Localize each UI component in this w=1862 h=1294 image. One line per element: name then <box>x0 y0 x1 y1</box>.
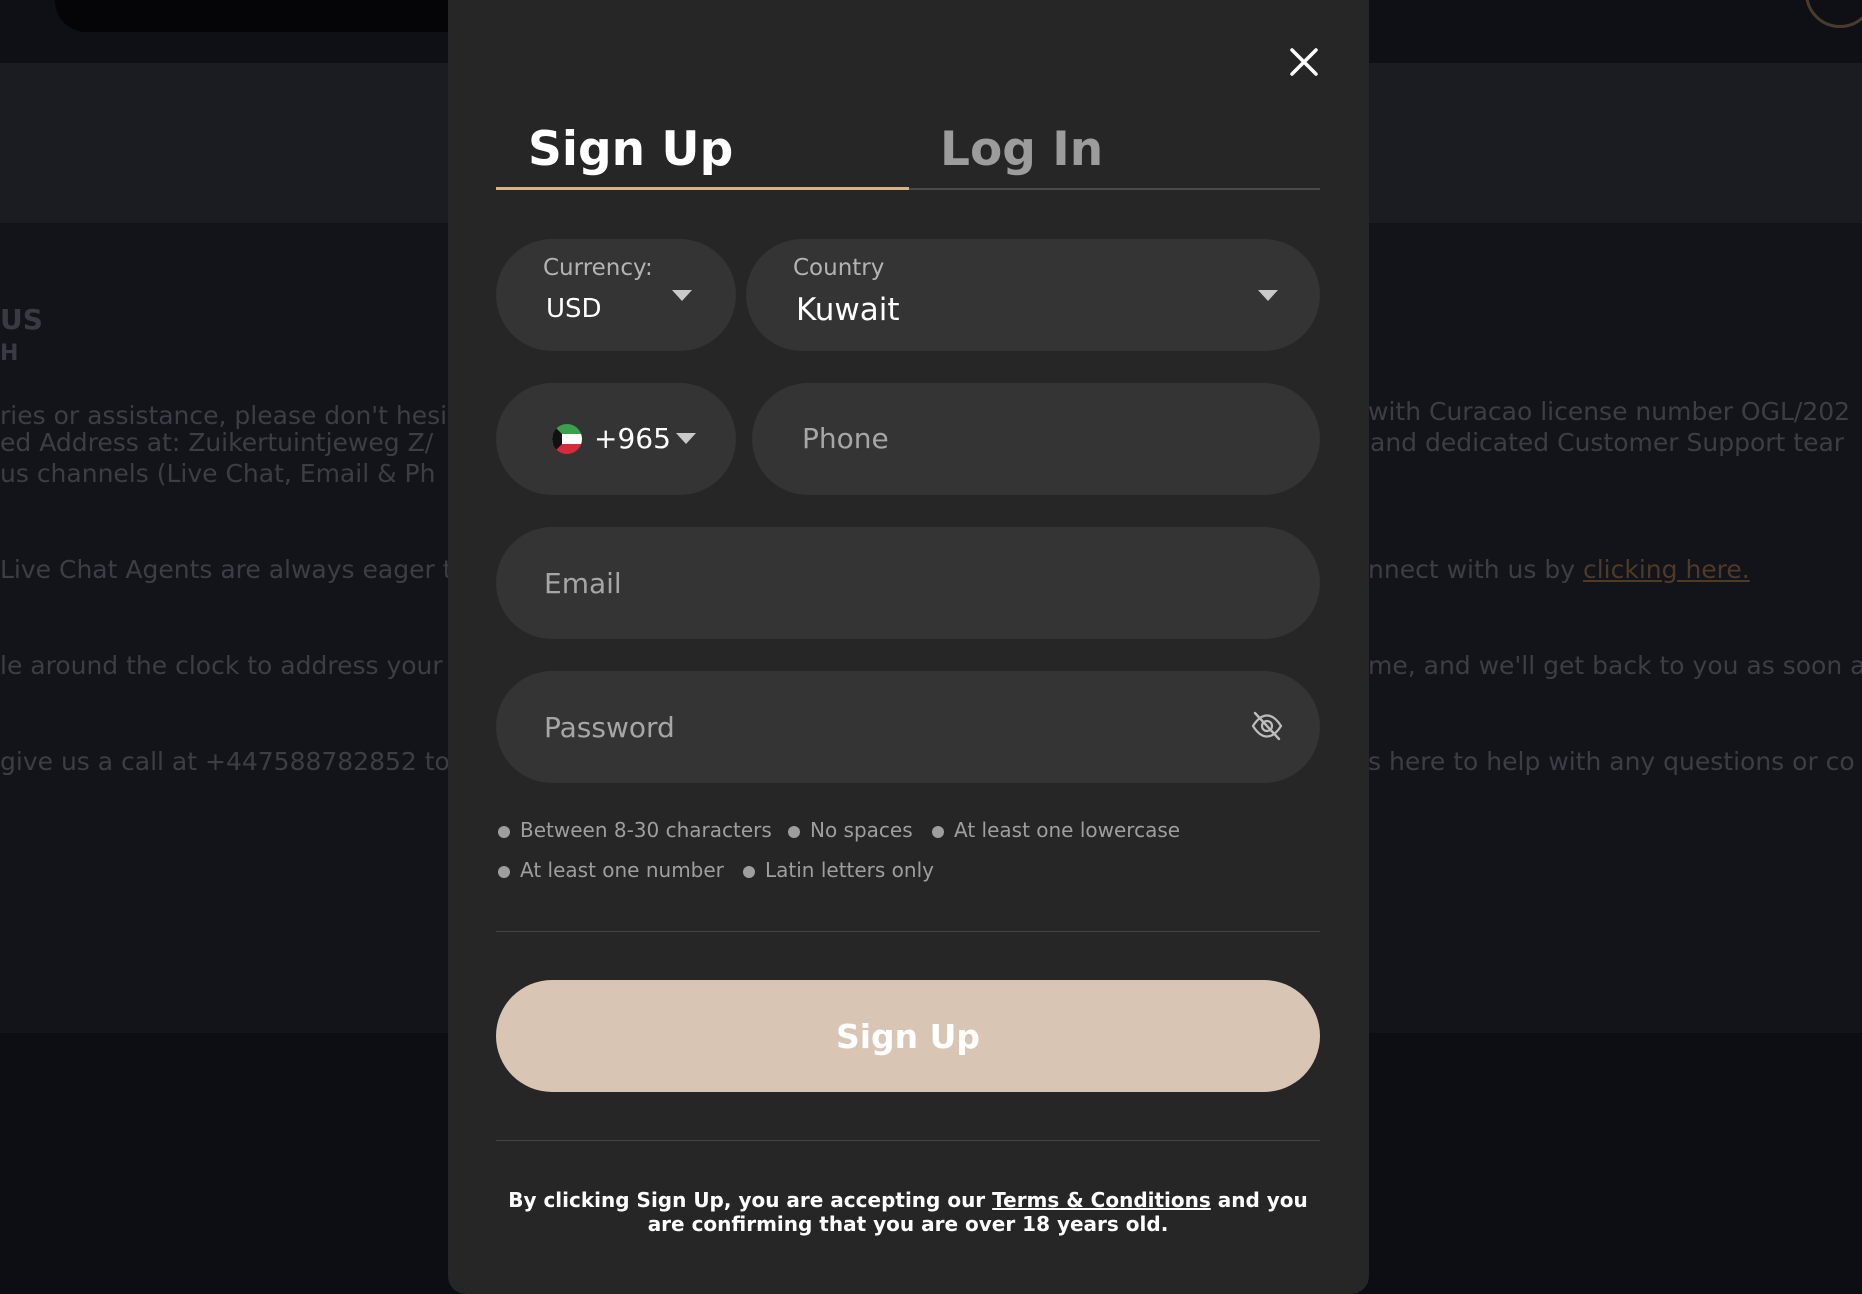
country-label: Country <box>793 255 885 281</box>
chevron-down-icon <box>1258 290 1278 301</box>
password-input[interactable]: Password <box>496 671 1320 783</box>
background-line: give us a call at +447588782852 to s <box>0 747 471 776</box>
divider <box>496 1140 1320 1141</box>
background-link-line: nnect with us by clicking here. <box>1368 555 1750 584</box>
close-icon[interactable] <box>1286 44 1322 80</box>
background-line: and dedicated Customer Support tear <box>1370 428 1845 457</box>
password-rule: At least one number <box>496 858 724 882</box>
email-input[interactable]: Email <box>496 527 1320 639</box>
terms-link[interactable]: Terms & Conditions <box>992 1188 1211 1212</box>
password-rule: Between 8-30 characters <box>496 818 772 842</box>
auth-tabs: Sign Up Log In <box>496 118 1320 190</box>
legal-prefix: By clicking Sign Up, you are accepting o… <box>508 1188 993 1212</box>
currency-label: Currency: <box>543 255 653 281</box>
signup-modal: Sign Up Log In Currency: USD Country Kuw… <box>448 0 1369 1294</box>
country-value: Kuwait <box>796 292 900 328</box>
chevron-down-icon <box>676 433 696 444</box>
background-line: ries or assistance, please don't hesi <box>0 401 448 430</box>
background-line: s here to help with any questions or co <box>1368 747 1855 776</box>
signup-submit-button[interactable]: Sign Up <box>496 980 1320 1092</box>
background-line: us channels (Live Chat, Email & Ph <box>0 459 436 488</box>
background-line: Live Chat Agents are always eager t <box>0 555 453 584</box>
phone-code-value: +965 <box>594 422 671 455</box>
kuwait-flag-icon <box>552 424 582 454</box>
chevron-down-icon <box>672 290 692 301</box>
background-subheading: H <box>0 341 19 366</box>
legal-notice: By clicking Sign Up, you are accepting o… <box>496 1188 1320 1236</box>
background-heading: US <box>0 303 43 336</box>
password-rule: Latin letters only <box>741 858 934 882</box>
phone-placeholder: Phone <box>802 422 889 455</box>
phone-input[interactable]: Phone <box>752 383 1320 495</box>
background-link[interactable]: clicking here. <box>1583 555 1750 584</box>
eye-off-icon[interactable] <box>1250 709 1284 743</box>
currency-select[interactable]: Currency: USD <box>496 239 736 351</box>
password-rule: At least one lowercase <box>930 818 1180 842</box>
password-rule: No spaces <box>786 818 913 842</box>
divider <box>496 931 1320 932</box>
phone-code-select[interactable]: +965 <box>496 383 736 495</box>
tab-signup[interactable]: Sign Up <box>528 122 733 177</box>
background-line: me, and we'll get back to you as soon a <box>1368 651 1862 680</box>
country-select[interactable]: Country Kuwait <box>746 239 1320 351</box>
active-tab-indicator <box>496 187 909 190</box>
background-line: le around the clock to address your <box>0 651 443 680</box>
background-line: ed Address at: Zuikertuintjeweg Z/ <box>0 428 434 457</box>
currency-value: USD <box>546 294 602 324</box>
background-avatar <box>1805 0 1862 28</box>
background-line: with Curacao license number OGL/202 <box>1368 397 1851 426</box>
close-button[interactable] <box>1286 44 1322 80</box>
password-placeholder: Password <box>544 711 675 744</box>
tab-login[interactable]: Log In <box>940 122 1103 177</box>
email-placeholder: Email <box>544 567 622 600</box>
background-line: nnect with us by <box>1368 555 1576 584</box>
